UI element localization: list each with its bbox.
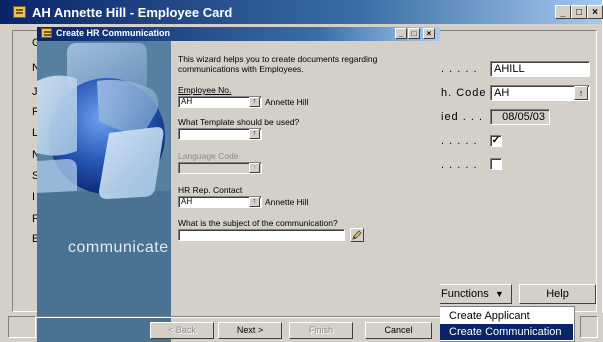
functions-button[interactable]: Functions ▼ — [437, 284, 512, 304]
dialog-close-button[interactable]: × — [423, 28, 435, 39]
help-button[interactable]: Help — [519, 284, 596, 304]
field-label: . . . . . — [441, 63, 478, 75]
close-button[interactable]: × — [587, 5, 603, 19]
intro-text-line1: This wizard helps you to create document… — [178, 54, 378, 64]
field-label: ied . . . — [441, 111, 484, 123]
dialog-title: Create HR Communication — [56, 28, 171, 38]
wizard-illustration: communicate — [37, 41, 171, 342]
lookup-arrow-icon[interactable]: ↑ — [249, 97, 260, 107]
finish-button[interactable]: Finish — [289, 322, 353, 339]
dialog-maximize-button[interactable]: □ — [408, 28, 420, 39]
employee-card-title-bar[interactable]: AH Annette Hill - Employee Card _ □ × — [0, 0, 603, 24]
minimize-button[interactable]: _ — [555, 5, 571, 19]
button-separator — [37, 316, 440, 318]
dropdown-arrow-icon: ▼ — [495, 289, 504, 299]
field-label: h. Code . — [441, 87, 495, 99]
field-label: . . . . . — [441, 159, 478, 171]
next-button[interactable]: Next > — [218, 322, 282, 339]
label-stub: I — [32, 191, 36, 203]
maximize-button[interactable]: □ — [571, 5, 587, 19]
menu-item-create-communication[interactable]: Create Communication — [439, 324, 573, 340]
edit-pencil-icon[interactable] — [350, 228, 364, 242]
subject-label: What is the subject of the communication… — [178, 218, 338, 228]
employee-no-field[interactable]: AHILL — [490, 61, 590, 77]
functions-button-label: Functions — [441, 288, 489, 300]
communicate-wordmark: communicate — [68, 239, 169, 256]
status-segment — [580, 316, 598, 338]
window-title: AH Annette Hill - Employee Card — [32, 5, 233, 20]
cancel-button[interactable]: Cancel — [365, 322, 432, 339]
hr-rep-contact-name: Annette Hill — [265, 197, 309, 207]
checkbox-checked[interactable]: ✓ — [490, 135, 502, 147]
subject-input[interactable] — [178, 229, 345, 241]
lookup-arrow-icon: ↑ — [249, 163, 260, 173]
app-icon — [13, 6, 26, 18]
app-icon — [41, 28, 52, 38]
menu-item-create-applicant[interactable]: Create Applicant — [439, 308, 573, 324]
field-label: . . . . . — [441, 135, 478, 147]
template-label: What Template should be used? — [178, 117, 300, 127]
intro-text-line2: communications with Employees. — [178, 64, 304, 74]
back-button[interactable]: < Back — [150, 322, 214, 339]
communicate-graphic — [37, 41, 171, 342]
date-field: 08/05/03 — [490, 109, 550, 125]
language-code-label: Language Code — [178, 151, 239, 161]
dialog-minimize-button[interactable]: _ — [395, 28, 407, 39]
dialog-title-bar[interactable]: Create HR Communication _ □ × — [37, 27, 440, 41]
lookup-arrow-icon[interactable]: ↑ — [574, 86, 588, 100]
lookup-arrow-icon[interactable]: ↑ — [249, 197, 260, 207]
lookup-arrow-icon[interactable]: ↑ — [249, 129, 260, 139]
status-segment — [8, 316, 36, 338]
checkbox-unchecked[interactable] — [490, 158, 502, 170]
create-hr-communication-dialog: Create HR Communication _ □ × communicat… — [37, 27, 440, 342]
employee-no-label: Employee No. — [178, 85, 232, 95]
hr-rep-contact-label: HR Rep. Contact — [178, 185, 243, 195]
functions-menu: Create Applicant Create Communication — [437, 306, 575, 342]
employee-name: Annette Hill — [265, 97, 309, 107]
